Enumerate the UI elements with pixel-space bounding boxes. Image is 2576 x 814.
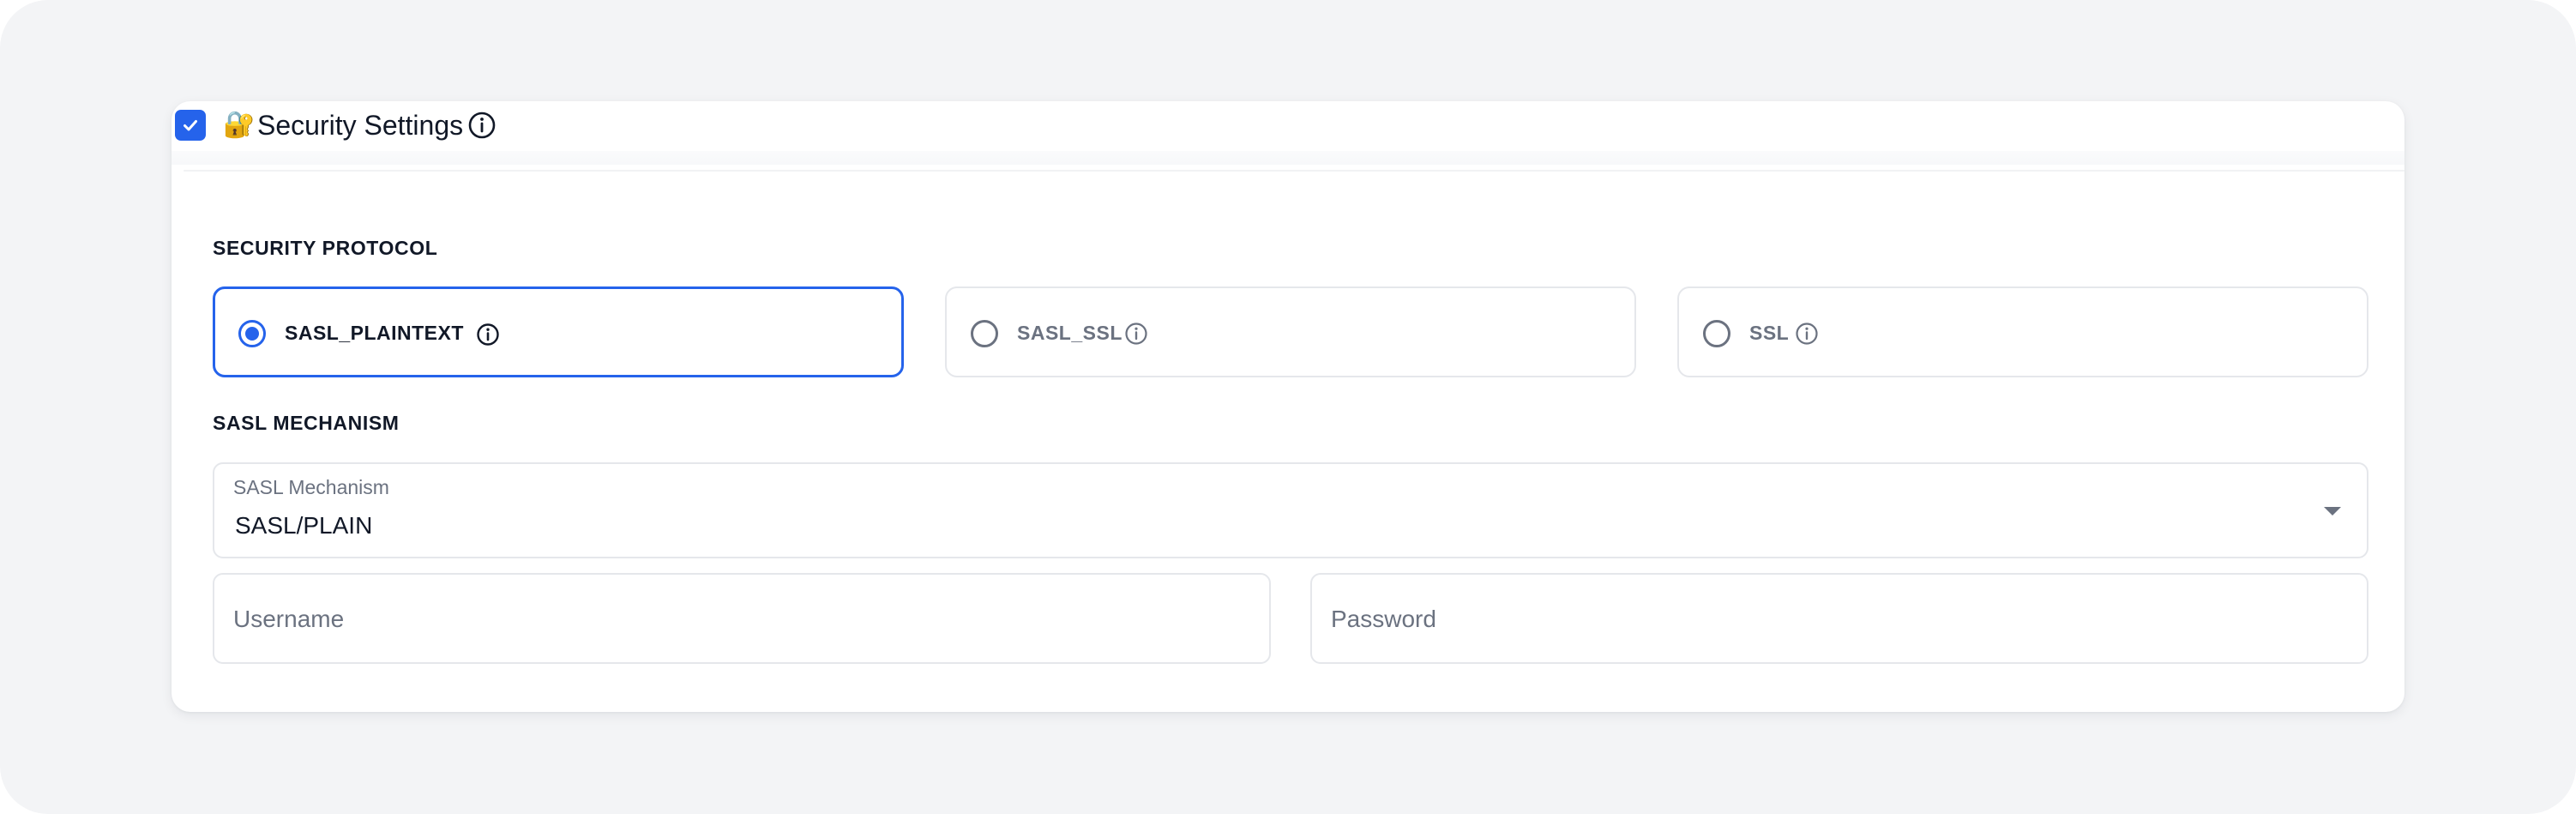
protocol-option-label: SASL_PLAINTEXT [285,322,464,344]
lock-icon: 🔐 [223,110,256,140]
info-icon[interactable] [475,322,501,347]
radio-button[interactable] [238,320,266,347]
radio-button[interactable] [971,320,998,347]
protocol-option-label: SASL_SSL [1017,322,1122,344]
username-field[interactable]: Username [213,573,1271,664]
sasl-mechanism-select[interactable]: SASL Mechanism SASL/PLAIN [213,462,2368,558]
caret-down-icon[interactable] [2322,505,2343,517]
select-value: SASL/PLAIN [235,512,373,539]
protocol-option-ssl[interactable]: SSL [1677,286,2368,377]
password-field[interactable]: Password [1310,573,2368,664]
radio-selected-dot [245,327,259,341]
card-header: 🔐 Security Settings [172,101,2404,151]
content-top-edge [184,170,2404,172]
check-icon [184,120,197,131]
sasl-mechanism-label: SASL MECHANISM [213,412,400,434]
radio-button[interactable] [1703,320,1730,347]
info-icon[interactable] [1123,321,1149,347]
protocol-option-label: SSL [1749,322,1790,344]
header-divider [172,151,2404,165]
select-field-label: SASL Mechanism [233,476,389,498]
protocol-option-sasl-ssl[interactable]: SASL_SSL [945,286,1636,377]
security-settings-card: 🔐 Security Settings SECURITY PROTOCOL SA… [172,101,2404,712]
username-placeholder: Username [233,606,345,632]
security-enabled-checkbox[interactable] [175,110,206,141]
password-placeholder: Password [1331,606,1436,632]
protocol-option-sasl-plaintext[interactable]: SASL_PLAINTEXT [213,286,904,377]
page-background: 🔐 Security Settings SECURITY PROTOCOL SA… [0,0,2576,814]
section-title: Security Settings [257,110,464,141]
security-protocol-label: SECURITY PROTOCOL [213,237,438,259]
info-icon[interactable] [466,110,497,141]
info-icon[interactable] [1794,321,1820,347]
